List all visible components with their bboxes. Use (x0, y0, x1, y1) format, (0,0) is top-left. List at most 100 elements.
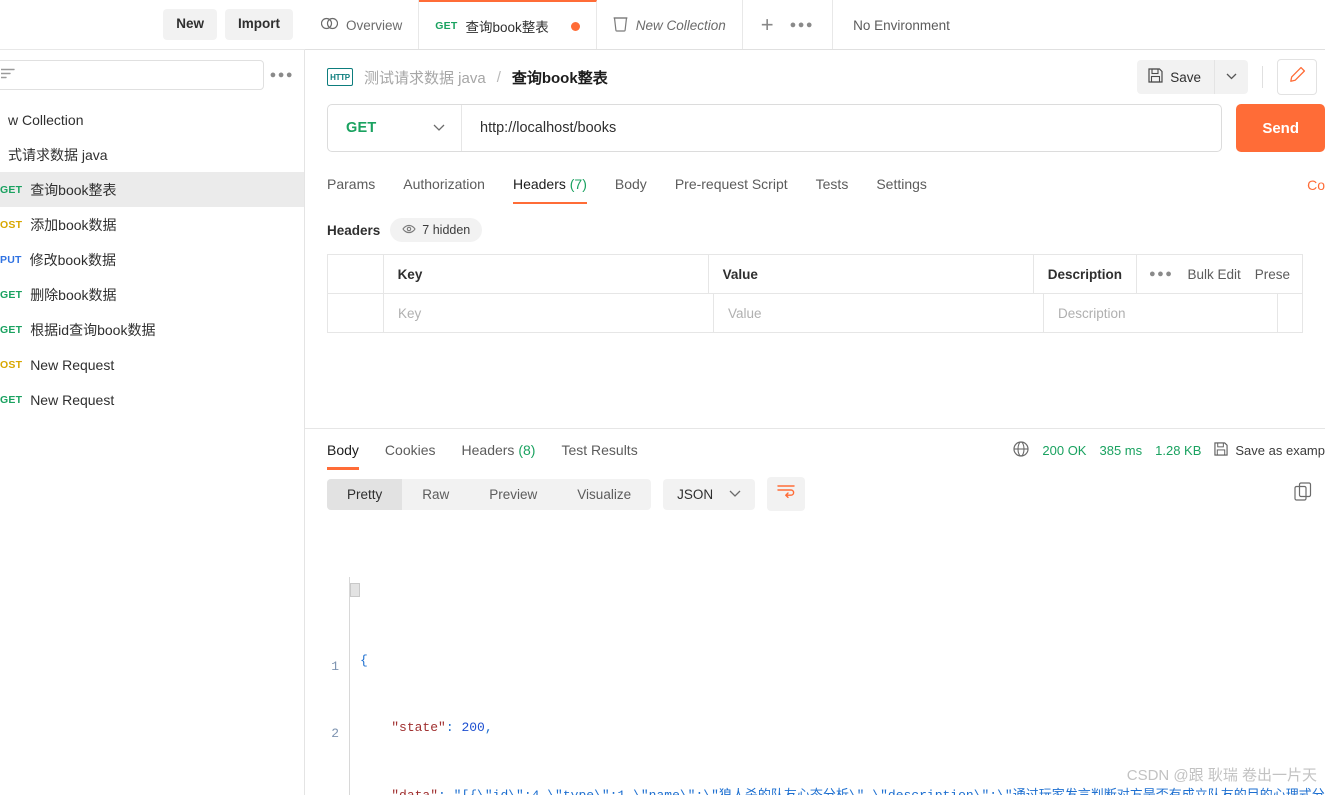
format-raw-button[interactable]: Raw (402, 479, 469, 510)
tab-params[interactable]: Params (327, 166, 389, 204)
format-visualize-button[interactable]: Visualize (557, 479, 651, 510)
tab-count: (7) (569, 176, 587, 192)
list-item-label: 删除book数据 (30, 286, 117, 303)
response-tabs: Body Cookies Headers (8) Test Results 20… (305, 429, 1325, 471)
http-protocol-icon: HTTP (327, 68, 353, 86)
tab-label: Tests (815, 176, 849, 192)
tab-tests[interactable]: Tests (802, 166, 863, 204)
sidebar-item-query-book[interactable]: GET 查询book整表 (0, 172, 304, 207)
hidden-headers-toggle[interactable]: 7 hidden (390, 218, 483, 242)
response-tab-cookies[interactable]: Cookies (372, 431, 449, 470)
sidebar-more-icon[interactable]: ●●● (270, 69, 294, 81)
overview-icon (320, 17, 339, 33)
cell-description[interactable]: Description (1044, 294, 1278, 332)
tab-headers[interactable]: Headers (7) (499, 166, 601, 204)
request-tabs: Params Authorization Headers (7) Body Pr… (305, 166, 1325, 204)
format-pretty-button[interactable]: Pretty (327, 478, 403, 510)
code-value-state: 200 (461, 720, 485, 736)
tab-settings[interactable]: Settings (862, 166, 941, 204)
new-button[interactable]: New (163, 9, 217, 40)
save-as-example-label: Save as examp (1235, 442, 1325, 458)
list-item-label: 查询book整表 (30, 181, 117, 198)
edit-button[interactable] (1277, 59, 1317, 95)
tab-label: Params (327, 176, 376, 192)
response-format-segmented: Pretty Raw Preview Visualize (327, 478, 652, 510)
url-input[interactable] (462, 105, 1222, 151)
code-open-brace: { (360, 653, 368, 669)
table-more-icon[interactable]: ●●● (1149, 268, 1173, 280)
page-title: 查询book整表 (511, 69, 608, 87)
list-item-label: w Collection (8, 111, 84, 128)
response-body-viewer[interactable]: 1 2 3 4 { "state": 200, "data": "[{\"id\… (305, 577, 1325, 795)
list-item[interactable]: w Collection (0, 102, 304, 137)
response-format-row: Pretty Raw Preview Visualize JSON (305, 477, 1325, 511)
save-as-example-button[interactable]: Save as examp (1214, 441, 1325, 459)
bulk-edit-button[interactable]: Bulk Edit (1187, 267, 1240, 282)
globe-icon[interactable] (1013, 440, 1029, 460)
row-checkbox-cell[interactable] (328, 294, 384, 332)
sidebar-item-update-book[interactable]: PUT 修改book数据 (0, 242, 304, 277)
format-preview-button[interactable]: Preview (469, 479, 557, 510)
response-tab-body[interactable]: Body (327, 431, 372, 470)
sidebar-item-query-book-by-id[interactable]: GET 根据id查询book数据 (0, 312, 304, 347)
tab-pre-request-script[interactable]: Pre-request Script (661, 166, 802, 204)
ellipsis-icon[interactable]: ●●● (790, 19, 814, 31)
response-size: 1.28 KB (1155, 442, 1202, 458)
chevron-down-icon (729, 488, 741, 500)
tab-body[interactable]: Body (601, 166, 661, 204)
breadcrumb-parent[interactable]: 测试请求数据 java (364, 67, 486, 88)
divider (1262, 66, 1263, 88)
response-tab-test-results[interactable]: Test Results (548, 431, 650, 470)
plus-icon[interactable]: + (761, 14, 774, 36)
tab-label: Test Results (561, 441, 638, 458)
eye-icon (402, 224, 416, 237)
wrap-lines-button[interactable] (767, 477, 806, 511)
response-time: 385 ms (1099, 442, 1143, 458)
headers-subheader: Headers 7 hidden (305, 218, 1325, 242)
sidebar-item-add-book[interactable]: OST 添加book数据 (0, 207, 304, 242)
import-button[interactable]: Import (225, 9, 293, 40)
code-line-3: "data": "[{\"id\":4,\"type\":1,\"name\":… (360, 785, 1325, 795)
row-actions (1278, 294, 1302, 332)
sidebar-item-new-request-post[interactable]: OST New Request (0, 347, 304, 382)
language-selector[interactable]: JSON (663, 478, 756, 510)
tab-new-collection[interactable]: New Collection (596, 0, 743, 49)
code-line-1: { (360, 650, 1325, 672)
cookies-console-link[interactable]: Co (1307, 177, 1325, 193)
code-key-state: "state" (391, 720, 446, 736)
save-button[interactable]: Save (1137, 60, 1214, 94)
select-all-cell[interactable] (328, 255, 384, 293)
sidebar-item-new-request-get[interactable]: GET New Request (0, 382, 304, 417)
list-item-label: 根据id查询book数据 (30, 321, 156, 338)
list-item-label: 式请求数据 java (8, 146, 108, 163)
save-options-button[interactable] (1214, 60, 1248, 94)
fold-toggle-icon[interactable] (350, 583, 360, 597)
list-item-label: New Request (30, 356, 115, 373)
tab-authorization[interactable]: Authorization (389, 166, 499, 204)
copy-response-button[interactable] (1294, 482, 1313, 506)
column-header-value: Value (709, 255, 1034, 293)
item-method-label: OST (0, 218, 23, 231)
tab-request-query-book[interactable]: GET 查询book整表 (419, 0, 597, 49)
cell-key[interactable]: Key (384, 294, 714, 332)
list-item[interactable]: 式请求数据 java (0, 137, 304, 172)
copy-icon (1294, 482, 1313, 506)
search-input[interactable] (0, 60, 264, 90)
presets-button[interactable]: Prese (1255, 267, 1290, 282)
cell-value[interactable]: Value (714, 294, 1044, 332)
send-button[interactable]: Send (1236, 104, 1325, 152)
filter-icon (0, 68, 15, 82)
environment-selector[interactable]: No Environment (833, 0, 1325, 49)
response-meta: 200 OK 385 ms 1.28 KB Save as examp (1013, 440, 1325, 460)
table-header-row: Key Value Description ●●● Bulk Edit Pres… (328, 255, 1302, 294)
method-selector[interactable]: GET (328, 105, 462, 151)
line-number: 1 (331, 659, 339, 675)
tab-overview[interactable]: Overview (305, 0, 420, 49)
item-method-label: OST (0, 358, 23, 371)
tab-label: Headers (461, 441, 515, 458)
tab-bar-actions: + ●●● (742, 0, 834, 49)
headers-section-label: Headers (327, 222, 381, 238)
sidebar-item-delete-book[interactable]: GET 删除book数据 (0, 277, 304, 312)
response-tab-headers[interactable]: Headers (8) (449, 431, 549, 470)
list-item-label: 添加book数据 (30, 216, 117, 233)
